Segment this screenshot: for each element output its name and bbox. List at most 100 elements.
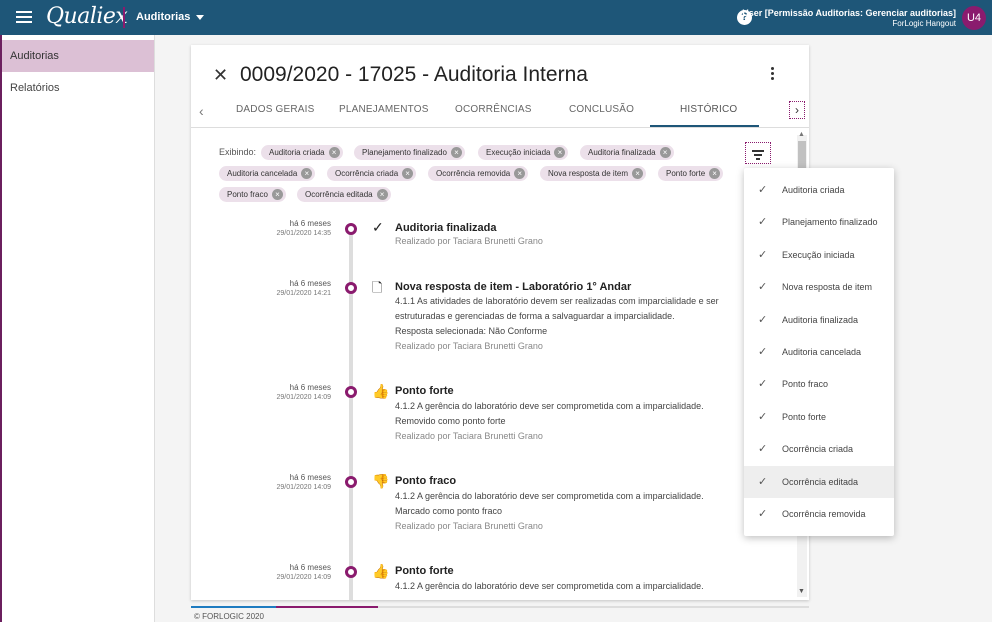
caret-down-icon xyxy=(196,14,205,20)
check-icon: ✓ xyxy=(372,219,384,235)
close-circle-icon[interactable]: × xyxy=(328,147,340,158)
filter-chip[interactable]: Ocorrência criada × xyxy=(327,166,417,181)
chevron-right-icon[interactable]: › xyxy=(789,101,805,119)
filter-chip[interactable]: Auditoria finalizada × xyxy=(580,145,674,160)
scroll-down-icon[interactable]: ▼ xyxy=(798,588,805,595)
check-icon: ✓ xyxy=(758,216,768,229)
menu-item[interactable]: ✓ Auditoria criada xyxy=(744,174,894,206)
timeline-title: Nova resposta de item - Laboratório 1° A… xyxy=(395,281,632,293)
user-name: User [Permissão Auditorias: Gerenciar au… xyxy=(742,8,956,18)
chip-label: Ocorrência criada xyxy=(335,169,399,178)
menu-item[interactable]: ✓ Execução iniciada xyxy=(744,239,894,271)
timestamp: 29/01/2020 14:09 xyxy=(276,484,332,491)
close-circle-icon[interactable]: × xyxy=(376,189,388,200)
menu-item-label: Auditoria criada xyxy=(782,185,845,195)
module-label: Auditorias xyxy=(136,11,191,23)
timeline-line-text: 4.1.2 A gerência do laboratório deve ser… xyxy=(395,401,704,411)
menu-item-label: Execução iniciada xyxy=(782,249,855,260)
relative-time: há 6 meses xyxy=(289,563,331,572)
filter-chip[interactable]: Ocorrência editada × xyxy=(297,187,391,202)
filter-chip[interactable]: Execução iniciada × xyxy=(478,145,569,160)
relative-time: há 6 meses xyxy=(289,473,331,482)
relative-time: há 6 meses xyxy=(289,279,331,288)
tab-dados-gerais[interactable]: DADOS GERAIS xyxy=(236,104,315,115)
scroll-up-icon[interactable]: ▲ xyxy=(798,131,805,138)
timeline-line-text: 4.1.1 As atividades de laboratório devem… xyxy=(395,296,719,321)
check-icon: ✓ xyxy=(758,345,768,358)
menu-item-label: Auditoria cancelada xyxy=(782,346,862,357)
timeline-time: há 6 meses 29/01/2020 14:35 xyxy=(231,219,332,239)
tab-ocorrencias[interactable]: OCORRÊNCIAS xyxy=(455,104,532,115)
menu-item[interactable]: ✓ Planejamento finalizado xyxy=(744,206,894,238)
check-icon: ✓ xyxy=(758,313,768,326)
chip-label: Auditoria criada xyxy=(269,148,325,157)
menu-item[interactable]: ✓ Auditoria cancelada xyxy=(744,336,894,368)
chevron-left-icon[interactable]: ‹ xyxy=(199,103,204,119)
filter-chip[interactable]: Ponto forte × xyxy=(658,166,724,181)
check-icon: ✓ xyxy=(758,184,768,196)
close-circle-icon[interactable]: × xyxy=(554,147,566,158)
timeline-body: 4.1.1 As atividades de laboratório devem… xyxy=(395,294,755,354)
sidebar: Auditorias Relatórios xyxy=(0,35,155,622)
menu-item[interactable]: ✓ Nova resposta de item xyxy=(744,271,894,303)
close-circle-icon[interactable]: × xyxy=(514,168,526,179)
avatar[interactable]: U4 xyxy=(962,6,986,30)
app-logo[interactable]: Qualiex xyxy=(46,4,128,29)
filter-chip[interactable]: Auditoria cancelada × xyxy=(219,166,316,181)
hamburger-menu-icon[interactable] xyxy=(16,10,32,24)
timestamp: 29/01/2020 14:09 xyxy=(276,394,332,401)
user-info[interactable]: User [Permissão Auditorias: Gerenciar au… xyxy=(742,8,956,29)
more-vert-icon[interactable] xyxy=(771,67,775,81)
menu-item[interactable]: ✓ Ocorrência criada xyxy=(744,433,894,465)
close-circle-icon[interactable]: × xyxy=(450,147,462,158)
close-icon[interactable]: ✕ xyxy=(213,65,228,86)
sidebar-item-relatorios[interactable]: Relatórios xyxy=(2,72,154,104)
timeline-dot xyxy=(345,282,357,294)
timeline-time: há 6 meses 29/01/2020 14:09 xyxy=(231,383,332,403)
filter-chip[interactable]: Ponto fraco × xyxy=(219,187,286,202)
active-tab-indicator xyxy=(650,125,759,127)
menu-item-label: Ponto forte xyxy=(782,411,827,422)
menu-item-label: Nova resposta de item xyxy=(782,282,873,293)
relative-time: há 6 meses xyxy=(289,383,331,392)
timeline-dot xyxy=(345,566,357,578)
check-icon: ✓ xyxy=(758,248,768,261)
close-circle-icon[interactable]: × xyxy=(271,189,283,200)
filter-chip[interactable]: Nova resposta de item × xyxy=(540,166,647,181)
menu-item-label: Auditoria finalizada xyxy=(782,314,859,325)
check-icon: ✓ xyxy=(758,410,768,423)
timestamp: 29/01/2020 14:09 xyxy=(276,574,332,581)
menu-item-label: Ocorrência removida xyxy=(782,508,866,519)
close-circle-icon[interactable]: × xyxy=(632,168,644,179)
filter-dropdown-menu: ✓ Auditoria criada ✓ Planejamento finaliza… xyxy=(744,168,894,536)
filter-chip[interactable]: Ocorrência removida × xyxy=(428,166,529,181)
footer-copyright: © FORLOGIC 2020 xyxy=(194,612,264,621)
timeline-dot xyxy=(345,476,357,488)
menu-item[interactable]: ✓ Ocorrência editada xyxy=(744,465,894,498)
menu-item[interactable]: ✓ Ponto fraco xyxy=(744,368,894,400)
close-circle-icon[interactable]: × xyxy=(659,147,671,158)
filter-list-icon[interactable] xyxy=(745,142,771,164)
tab-planejamentos[interactable]: PLANEJAMENTOS xyxy=(339,104,429,115)
thumbs-down-icon: 👎 xyxy=(372,473,390,489)
thumbs-up-icon: 👍 xyxy=(372,563,390,579)
top-bar: Qualiex Auditorias ? User [Permissão Aud… xyxy=(0,0,992,35)
timeline-time: há 6 meses 29/01/2020 14:09 xyxy=(231,563,332,583)
check-icon: ✓ xyxy=(758,378,768,391)
close-circle-icon[interactable]: × xyxy=(402,168,414,179)
tab-conclusao[interactable]: CONCLUSÃO xyxy=(569,104,634,115)
menu-item[interactable]: ✓ Ponto forte xyxy=(744,401,894,433)
filter-chip[interactable]: Auditoria criada × xyxy=(261,145,343,160)
close-circle-icon[interactable]: × xyxy=(301,168,313,179)
timeline-author: Realizado por Taciara Brunetti Grano xyxy=(395,521,543,531)
filter-label: Exibindo: xyxy=(219,147,257,157)
scrollbar-thumb[interactable] xyxy=(798,141,806,169)
filter-chip[interactable]: Planejamento finalizado × xyxy=(354,145,465,160)
menu-item[interactable]: ✓ Auditoria finalizada xyxy=(744,304,894,336)
timeline-author: Realizado por Taciara Brunetti Grano xyxy=(395,341,543,351)
module-selector[interactable]: Auditorias xyxy=(136,11,205,23)
close-circle-icon[interactable]: × xyxy=(709,168,721,179)
tab-historico[interactable]: HISTÓRICO xyxy=(680,104,737,115)
menu-item[interactable]: ✓ Ocorrência removida xyxy=(744,498,894,530)
sidebar-item-auditorias[interactable]: Auditorias xyxy=(2,40,154,72)
